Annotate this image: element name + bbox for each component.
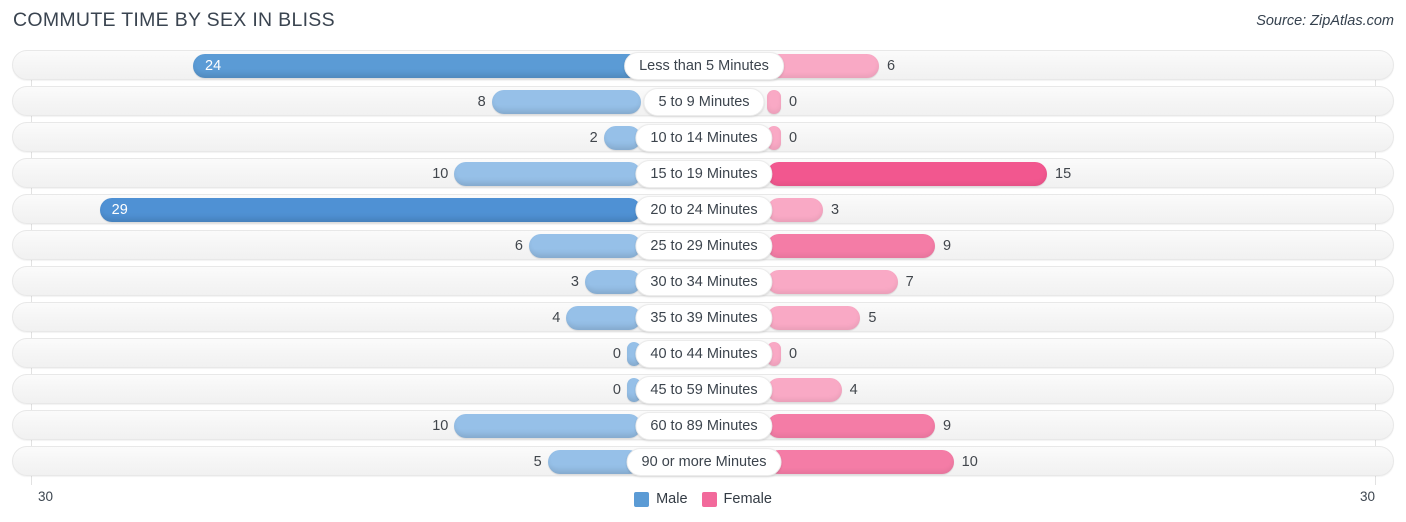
bar-male[interactable] (193, 54, 641, 78)
legend-label-male: Male (656, 491, 688, 507)
bar-male[interactable] (585, 270, 641, 294)
value-label-female: 15 (1055, 166, 1072, 182)
bar-female[interactable] (767, 90, 781, 114)
chart-row[interactable]: 29 3 20 to 24 Minutes (12, 194, 1394, 224)
chart-row[interactable]: 0 0 40 to 44 Minutes (12, 338, 1394, 368)
legend-item-male[interactable]: Male (634, 491, 688, 507)
category-label-pill[interactable]: 10 to 14 Minutes (635, 124, 773, 152)
value-label-female: 9 (943, 238, 952, 254)
bar-female[interactable] (767, 378, 842, 402)
value-label-male: 24 (205, 58, 222, 74)
chart-row[interactable]: 10 9 60 to 89 Minutes (12, 410, 1394, 440)
value-label-female: 0 (789, 346, 798, 362)
bar-male[interactable] (454, 162, 641, 186)
bar-male[interactable] (99, 198, 641, 222)
value-label-male: 6 (514, 238, 523, 254)
category-label-pill[interactable]: 45 to 59 Minutes (635, 376, 773, 404)
value-label-female: 9 (943, 418, 952, 434)
value-label-male: 0 (612, 382, 621, 398)
bar-female[interactable] (767, 450, 954, 474)
bar-female[interactable] (767, 270, 898, 294)
value-label-male: 8 (477, 94, 486, 110)
page-title: COMMUTE TIME BY SEX IN BLISS (13, 9, 335, 31)
category-label-pill[interactable]: 25 to 29 Minutes (635, 232, 773, 260)
diverging-bar-chart: 24 6 Less than 5 Minutes 8 0 5 to 9 Minutes 2 0… (12, 50, 1394, 485)
category-label-pill[interactable]: 30 to 34 Minutes (635, 268, 773, 296)
bar-male[interactable] (566, 306, 641, 330)
category-label-pill[interactable]: 40 to 44 Minutes (635, 340, 773, 368)
bar-female[interactable] (767, 162, 1047, 186)
bar-female[interactable] (767, 198, 823, 222)
bar-female[interactable] (767, 234, 935, 258)
value-label-male: 4 (552, 310, 561, 326)
value-label-female: 0 (789, 130, 798, 146)
chart-row[interactable]: 24 6 Less than 5 Minutes (12, 50, 1394, 80)
value-label-female: 0 (789, 94, 798, 110)
value-label-male: 3 (570, 274, 579, 290)
legend-item-female[interactable]: Female (701, 491, 772, 507)
value-label-male: 29 (111, 202, 128, 218)
value-label-female: 10 (961, 454, 978, 470)
category-label-pill[interactable]: 20 to 24 Minutes (635, 196, 773, 224)
category-label-pill[interactable]: 60 to 89 Minutes (635, 412, 773, 440)
value-label-male: 5 (533, 454, 542, 470)
chart-row[interactable]: 6 9 25 to 29 Minutes (12, 230, 1394, 260)
bar-male[interactable] (491, 90, 641, 114)
value-label-female: 3 (831, 202, 840, 218)
category-label-pill[interactable]: 90 or more Minutes (626, 448, 782, 476)
value-label-male: 0 (612, 346, 621, 362)
legend-swatch-female-icon (701, 491, 717, 507)
chart-row[interactable]: 8 0 5 to 9 Minutes (12, 86, 1394, 116)
legend-swatch-male-icon (634, 491, 650, 507)
chart-row[interactable]: 3 7 30 to 34 Minutes (12, 266, 1394, 296)
chart-axis-footer: 30 30 Male Female (0, 485, 1406, 522)
bar-female[interactable] (767, 414, 935, 438)
bar-female[interactable] (767, 306, 861, 330)
bar-male[interactable] (529, 234, 641, 258)
chart-row[interactable]: 10 15 15 to 19 Minutes (12, 158, 1394, 188)
chart-legend: Male Female (0, 491, 1406, 507)
category-label-pill[interactable]: Less than 5 Minutes (624, 52, 784, 80)
legend-label-female: Female (723, 491, 772, 507)
value-label-female: 6 (887, 58, 896, 74)
source-attribution: Source: ZipAtlas.com (1256, 13, 1394, 29)
category-label-pill[interactable]: 5 to 9 Minutes (643, 88, 765, 116)
chart-row[interactable]: 2 0 10 to 14 Minutes (12, 122, 1394, 152)
chart-row[interactable]: 0 4 45 to 59 Minutes (12, 374, 1394, 404)
value-label-female: 5 (868, 310, 877, 326)
chart-row[interactable]: 4 5 35 to 39 Minutes (12, 302, 1394, 332)
bar-male[interactable] (454, 414, 641, 438)
chart-row[interactable]: 5 10 90 or more Minutes (12, 446, 1394, 476)
category-label-pill[interactable]: 35 to 39 Minutes (635, 304, 773, 332)
value-label-female: 7 (905, 274, 914, 290)
value-label-male: 10 (432, 418, 449, 434)
category-label-pill[interactable]: 15 to 19 Minutes (635, 160, 773, 188)
value-label-male: 2 (589, 130, 598, 146)
value-label-male: 10 (432, 166, 449, 182)
value-label-female: 4 (849, 382, 858, 398)
